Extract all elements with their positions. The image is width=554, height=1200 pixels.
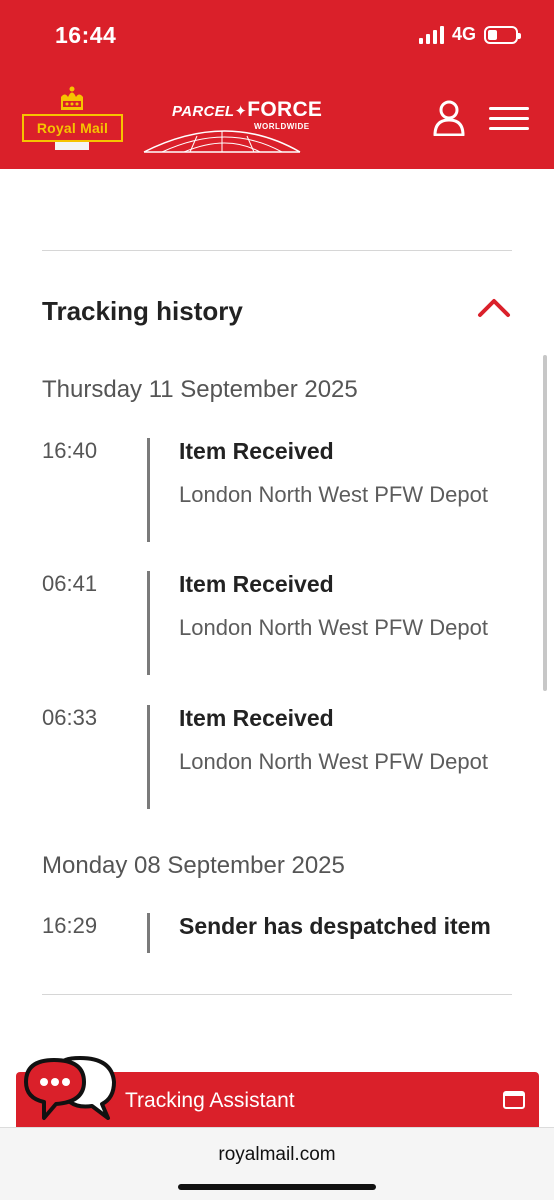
status-time: 16:44 [55,22,117,48]
event-title: Item Received [179,438,334,464]
window-icon[interactable] [503,1091,525,1109]
user-icon[interactable] [432,100,466,136]
date-heading: Monday 08 September 2025 [42,852,345,879]
timeline-bar [147,705,150,809]
chat-bubbles-icon[interactable] [22,1056,118,1122]
event-location: London North West PFW Depot [179,482,488,507]
event-title: Sender has despatched item [179,913,491,939]
chevron-up-icon[interactable] [476,295,512,319]
event-time: 16:40 [42,438,98,463]
signal-icon [418,25,444,44]
tracking-event: 06:33 Item Received London North West PF… [42,705,512,809]
parcelforce-logo[interactable]: PARCEL✦FORCE WORLDWIDE [142,96,322,156]
home-indicator[interactable] [178,1184,376,1190]
top-divider [42,250,512,251]
event-location: London North West PFW Depot [179,749,488,774]
event-time: 06:33 [42,705,98,730]
hamburger-menu-icon[interactable] [489,107,529,131]
parcelforce-parcel: PARCEL [172,103,235,120]
tracking-event: 16:40 Item Received London North West PF… [42,438,512,542]
bottom-divider [42,994,512,995]
tracking-event: 16:29 Sender has despatched item [42,913,512,953]
parcelforce-force: FORCE [247,98,323,121]
battery-icon [484,25,521,44]
event-title: Item Received [179,705,334,731]
browser-bottom-bar: royalmail.com [0,1127,554,1200]
app-header: 16:44 4G Royal Mail PARCEL✦FORCE WORLDWI… [0,0,554,169]
star-icon: ✦ [234,103,248,120]
timeline-bar [147,913,150,953]
timeline-bar [147,438,150,542]
scrollbar[interactable] [543,355,547,691]
event-title: Item Received [179,571,334,597]
network-type: 4G [451,24,476,44]
event-time: 16:29 [42,913,98,938]
tracking-event: 06:41 Item Received London North West PF… [42,571,512,675]
event-time: 06:41 [42,571,98,596]
tracking-history-title[interactable]: Tracking history [42,296,243,327]
tracking-assistant-label: Tracking Assistant [125,1089,295,1112]
status-indicators: 4G [418,24,521,45]
date-heading: Thursday 11 September 2025 [42,376,358,403]
royal-mail-wordmark: Royal Mail [36,120,109,136]
url-field[interactable]: royalmail.com [0,1144,554,1166]
royal-mail-logo[interactable]: Royal Mail [22,84,123,150]
crown-icon [61,86,83,110]
parcelforce-worldwide: WORLDWIDE [254,122,310,131]
timeline-bar [147,571,150,675]
event-location: London North West PFW Depot [179,615,488,640]
